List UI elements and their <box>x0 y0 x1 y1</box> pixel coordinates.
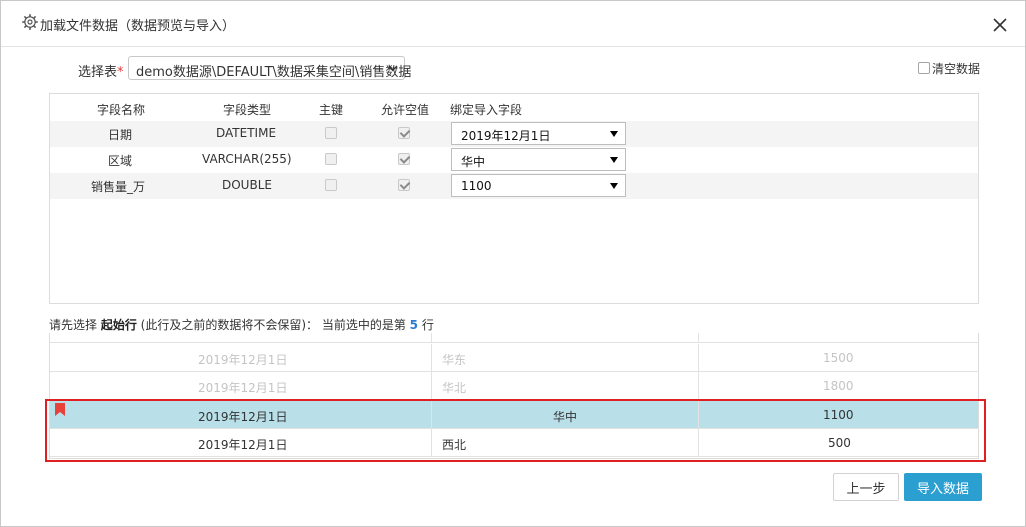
close-icon[interactable] <box>989 14 1011 36</box>
bind-field-value: 华中 <box>461 155 486 169</box>
field-name: 区域 <box>108 154 133 168</box>
clear-data-label: 清空数据 <box>932 62 981 76</box>
cell-region: 西北 <box>442 438 467 452</box>
field-name: 日期 <box>108 128 133 142</box>
table-row[interactable] <box>50 333 978 343</box>
field-row-sales: 销售量_万 DOUBLE 1100 <box>50 173 978 199</box>
cell-date: 2019年12月1日 <box>198 410 288 424</box>
selected-row-number: 5 <box>409 318 419 332</box>
hint-middle: (此行及之前的数据将不会保留)： 当前选中的是第 <box>136 318 410 332</box>
bind-field-select[interactable]: 1100 <box>451 174 626 197</box>
cell-amount: 1800 <box>823 379 854 393</box>
header-field-name: 字段名称 <box>97 103 146 117</box>
dropdown-arrow-icon <box>610 157 618 163</box>
bind-field-value: 1100 <box>461 179 492 193</box>
table-row-selected[interactable]: 2019年12月1日 华中 1100 <box>50 401 978 429</box>
dropdown-arrow-icon <box>610 183 618 189</box>
header-primary-key: 主键 <box>319 103 344 117</box>
import-data-button[interactable]: 导入数据 <box>904 473 982 501</box>
cell-region: 华东 <box>442 353 467 367</box>
table-select-dropdown[interactable]: demo数据源\DEFAULT\数据采集空间\销售数据 <box>128 56 411 80</box>
cell-region: 华中 <box>553 410 578 424</box>
cell-amount: 1500 <box>823 351 854 365</box>
primary-key-checkbox[interactable] <box>325 179 337 191</box>
table-select-value: demo数据源\DEFAULT\数据采集空间\销售数据 <box>136 65 412 80</box>
hint-bold: 起始行 <box>100 318 137 332</box>
cell-amount: 1100 <box>823 408 854 422</box>
cell-date: 2019年12月1日 <box>198 381 288 395</box>
table-row[interactable]: 2019年12月1日 西北 500 <box>50 429 978 457</box>
dropdown-arrow-icon <box>610 131 618 137</box>
clear-data-checkbox[interactable] <box>918 61 930 74</box>
field-name: 销售量_万 <box>91 180 146 194</box>
field-row-date: 日期 DATETIME 2019年12月1日 <box>50 121 978 147</box>
field-row-region: 区域 VARCHAR(255) 华中 <box>50 147 978 173</box>
previous-step-button[interactable]: 上一步 <box>833 473 899 501</box>
nullable-checkbox[interactable] <box>398 127 410 139</box>
required-mark: * <box>117 65 124 80</box>
dialog-title: 加载文件数据（数据预览与导入） <box>40 19 236 34</box>
bind-field-select[interactable]: 2019年12月1日 <box>451 122 626 145</box>
table-select-label: 选择表* <box>78 61 124 80</box>
cell-region: 华北 <box>442 381 467 395</box>
table-select-label-text: 选择表 <box>78 65 118 80</box>
header-bind-field: 绑定导入字段 <box>450 103 523 117</box>
nullable-checkbox[interactable] <box>398 153 410 165</box>
chevron-down-icon <box>388 65 398 71</box>
header-nullable: 允许空值 <box>381 103 430 117</box>
cell-date: 2019年12月1日 <box>198 438 288 452</box>
gear-icon <box>22 14 38 30</box>
field-mapping-panel: 字段名称 字段类型 主键 允许空值 绑定导入字段 日期 DATETIME 201… <box>49 93 979 304</box>
nullable-checkbox[interactable] <box>398 179 410 191</box>
cell-amount: 500 <box>828 436 851 450</box>
hint-suffix: 行 <box>418 318 434 332</box>
table-row[interactable]: 2019年12月1日 华北 1800 <box>50 372 978 400</box>
data-preview-grid[interactable]: 2019年12月1日 华东 1500 2019年12月1日 华北 1800 20… <box>49 333 979 459</box>
field-type: DATETIME <box>216 126 277 140</box>
load-file-dialog: 加载文件数据（数据预览与导入） 选择表* demo数据源\DEFAULT\数据采… <box>0 0 1026 527</box>
cell-date: 2019年12月1日 <box>198 353 288 367</box>
field-type: VARCHAR(255) <box>202 152 292 166</box>
bind-field-select[interactable]: 华中 <box>451 148 626 171</box>
start-row-hint: 请先选择 起始行 (此行及之前的数据将不会保留)： 当前选中的是第 5 行 <box>49 316 434 333</box>
bind-field-value: 2019年12月1日 <box>461 129 551 143</box>
table-row[interactable]: 2019年12月1日 华东 1500 <box>50 344 978 372</box>
dialog-titlebar: 加载文件数据（数据预览与导入） <box>1 1 1025 47</box>
primary-key-checkbox[interactable] <box>325 153 337 165</box>
field-type: DOUBLE <box>222 178 272 192</box>
primary-key-checkbox[interactable] <box>325 127 337 139</box>
hint-prefix: 请先选择 <box>49 318 101 332</box>
clear-data-option[interactable]: 清空数据 <box>918 60 980 76</box>
header-field-type: 字段类型 <box>223 103 272 117</box>
